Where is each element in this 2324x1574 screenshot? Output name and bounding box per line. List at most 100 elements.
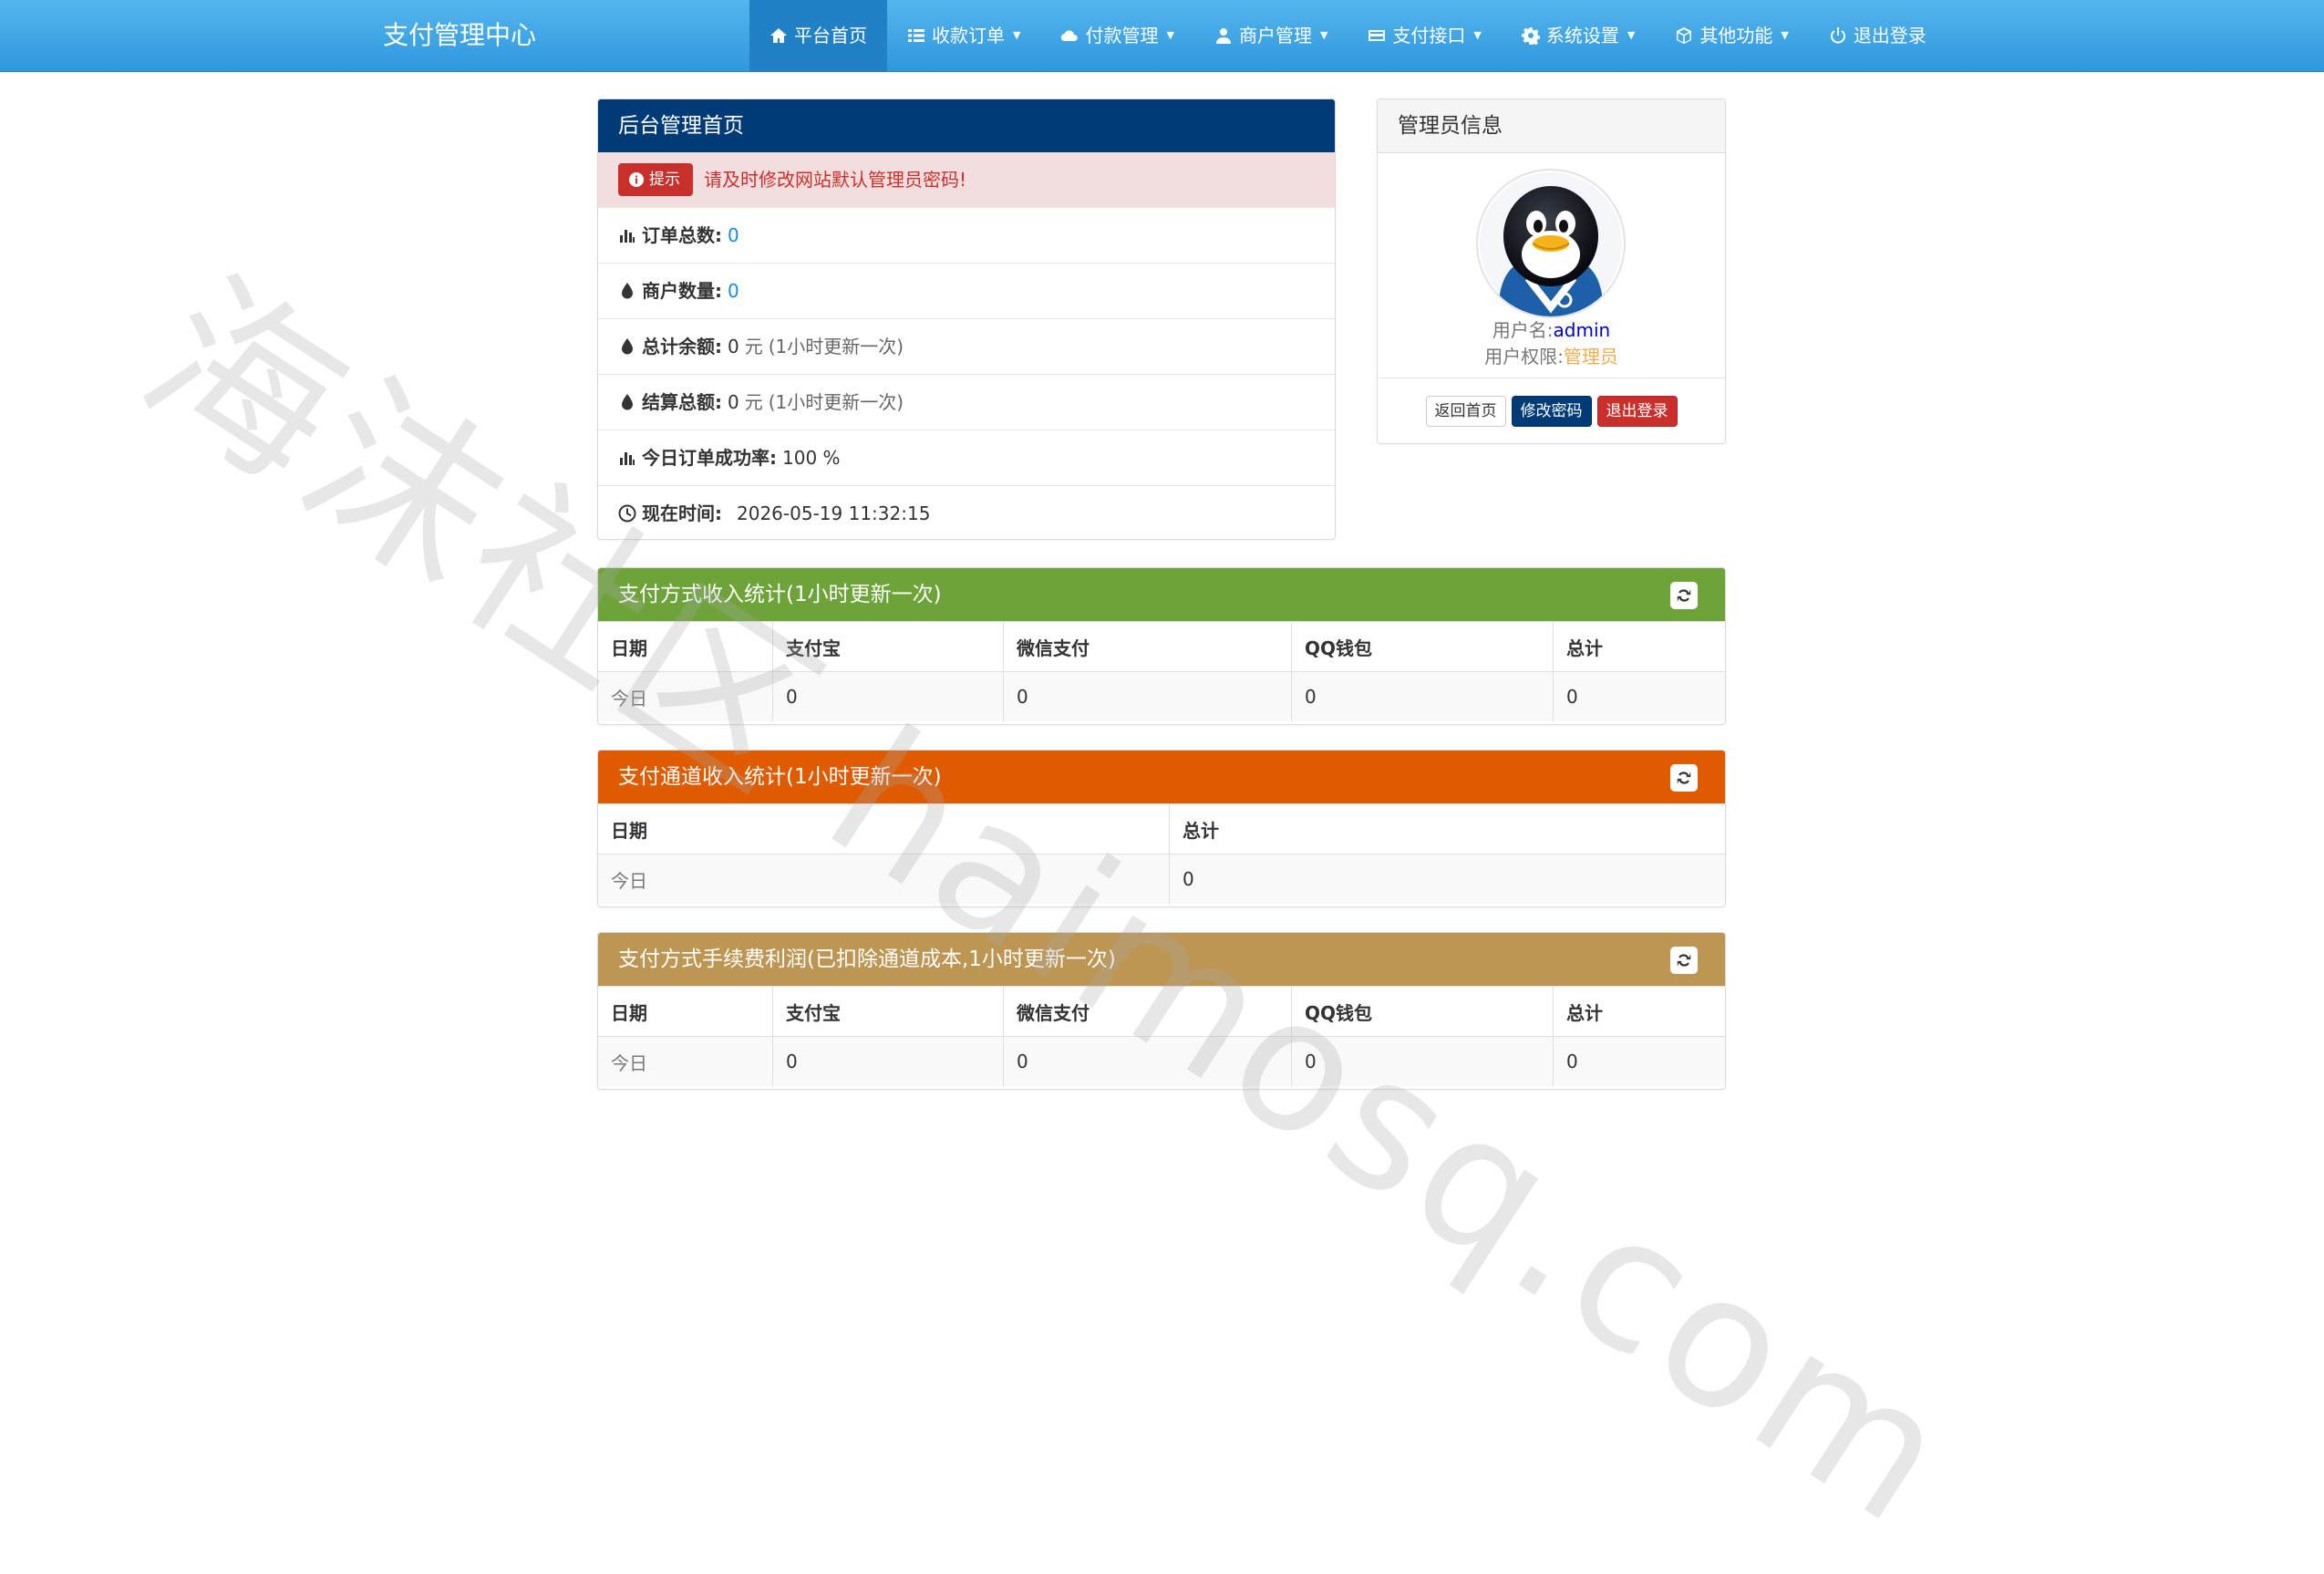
channel-stats-title: 支付通道收入统计(1小时更新一次) — [598, 751, 1725, 803]
nav-settings[interactable]: 系统设置 ▼ — [1502, 0, 1655, 71]
bar-chart-icon — [620, 230, 635, 243]
main-nav: 平台首页 收款订单 ▼ 付款管理 ▼ 商户管理 ▼ 支付接口 ▼ 系统设置 ▼ 其他功能 ▼ — [749, 0, 1947, 71]
home-panel: 后台管理首页 提示 请及时修改网站默认管理员密码! 订单总数: 0 商户数量: … — [597, 98, 1336, 540]
caret-down-icon: ▼ — [1473, 29, 1482, 41]
admin-panel-title: 管理员信息 — [1378, 99, 1725, 153]
clock-icon — [618, 504, 636, 523]
table-cell: 0 — [1553, 1036, 1725, 1086]
nav-other[interactable]: 其他功能 ▼ — [1655, 0, 1808, 71]
refresh-button[interactable] — [1670, 764, 1698, 792]
merchant-count-row: 商户数量: 0 — [598, 263, 1335, 318]
refresh-button[interactable] — [1670, 947, 1698, 974]
caret-down-icon: ▼ — [1013, 29, 1021, 41]
gear-icon — [1521, 27, 1540, 45]
refresh-icon — [1677, 771, 1691, 784]
table-header: 支付宝 — [772, 986, 1004, 1037]
table-header: 总计 — [1553, 986, 1725, 1037]
channel-stats-table: 日期 总计 今日 0 — [598, 803, 1725, 904]
refresh-button[interactable] — [1670, 582, 1698, 609]
home-icon — [770, 28, 787, 43]
alert-text: 请及时修改网站默认管理员密码! — [704, 169, 967, 191]
nav-payout[interactable]: 付款管理 ▼ — [1040, 0, 1193, 71]
table-cell: 0 — [1003, 1036, 1292, 1086]
channel-stats-panel: 支付通道收入统计(1小时更新一次) 日期 总计 今日 0 — [597, 750, 1726, 907]
refresh-icon — [1677, 589, 1691, 602]
table-header: QQ钱包 — [1291, 986, 1554, 1037]
table-row: 今日 0 0 0 0 — [598, 1036, 1725, 1086]
table-cell: 0 — [1553, 671, 1725, 721]
password-alert: 提示 请及时修改网站默认管理员密码! — [598, 152, 1335, 207]
settlement-total-value: 0 — [728, 391, 739, 413]
nav-orders[interactable]: 收款订单 ▼ — [887, 0, 1040, 71]
droplet-icon — [622, 283, 633, 299]
nav-merchants[interactable]: 商户管理 ▼ — [1194, 0, 1348, 71]
table-header: 日期 — [598, 986, 773, 1037]
power-icon — [1830, 27, 1845, 44]
success-rate-value: 100 % — [782, 447, 841, 469]
table-header-row: 日期 支付宝 微信支付 QQ钱包 总计 — [598, 621, 1725, 672]
table-cell: 0 — [1291, 1036, 1554, 1086]
pay-method-stats-table: 日期 支付宝 微信支付 QQ钱包 总计 今日 0 0 0 0 — [598, 621, 1725, 721]
droplet-icon — [622, 338, 633, 355]
table-cell: 0 — [772, 671, 1004, 721]
table-cell: 今日 — [598, 1036, 773, 1086]
refresh-icon — [1677, 954, 1691, 967]
success-rate-row: 今日订单成功率: 100 % — [598, 430, 1335, 485]
username-line: 用户名:admin — [1492, 319, 1611, 341]
brand-title[interactable]: 支付管理中心 — [383, 0, 536, 71]
table-cell: 0 — [1003, 671, 1292, 721]
role-line: 用户权限:管理员 — [1484, 346, 1618, 368]
avatar — [1476, 169, 1626, 318]
table-header: 日期 — [598, 803, 1170, 854]
merchant-count-value[interactable]: 0 — [728, 264, 739, 318]
admin-actions: 返回首页 修改密码 退出登录 — [1378, 378, 1725, 443]
cube-icon — [1677, 27, 1692, 44]
table-header-row: 日期 支付宝 微信支付 QQ钱包 总计 — [598, 986, 1725, 1037]
total-balance-value: 0 — [728, 336, 739, 357]
caret-down-icon: ▼ — [1319, 29, 1328, 41]
droplet-icon — [622, 394, 633, 410]
fee-profit-stats-title: 支付方式手续费利润(已扣除通道成本,1小时更新一次) — [598, 933, 1725, 986]
top-navbar: 支付管理中心 平台首页 收款订单 ▼ 付款管理 ▼ 商户管理 ▼ 支付接口 ▼ 系统设置… — [0, 0, 2324, 72]
table-header: 日期 — [598, 621, 773, 672]
table-cell: 0 — [772, 1036, 1004, 1086]
tip-badge: 提示 — [618, 163, 693, 196]
orders-total-value[interactable]: 0 — [728, 208, 739, 263]
penguin-avatar-icon — [1480, 172, 1622, 316]
fee-profit-stats-table: 日期 支付宝 微信支付 QQ钱包 总计 今日 0 0 0 0 — [598, 986, 1725, 1086]
change-password-button[interactable]: 修改密码 — [1511, 396, 1592, 427]
table-cell: 今日 — [598, 854, 1170, 904]
table-header: 总计 — [1169, 803, 1725, 854]
pay-method-stats-title: 支付方式收入统计(1小时更新一次) — [598, 568, 1725, 621]
list-icon — [908, 29, 924, 42]
total-balance-row: 总计余额: 0 元 (1小时更新一次) — [598, 318, 1335, 374]
table-header: 总计 — [1553, 621, 1725, 672]
table-row: 今日 0 0 0 0 — [598, 671, 1725, 721]
table-cell: 0 — [1169, 854, 1725, 904]
logout-button[interactable]: 退出登录 — [1596, 396, 1678, 427]
admin-info-panel: 管理员信息 用户名:admin 用户权限:管理员 返回首页 修改密码 退出登录 — [1377, 98, 1726, 444]
credit-card-icon — [1369, 30, 1386, 41]
caret-down-icon: ▼ — [1627, 29, 1636, 41]
fee-profit-stats-panel: 支付方式手续费利润(已扣除通道成本,1小时更新一次) 日期 支付宝 微信支付 Q… — [597, 932, 1726, 1090]
table-header: 支付宝 — [772, 621, 1004, 672]
table-header: 微信支付 — [1003, 621, 1292, 672]
table-row: 今日 0 — [598, 854, 1725, 904]
settlement-total-row: 结算总额: 0 元 (1小时更新一次) — [598, 374, 1335, 430]
table-cell: 今日 — [598, 671, 773, 721]
nav-pay-interface[interactable]: 支付接口 ▼ — [1348, 0, 1501, 71]
caret-down-icon: ▼ — [1781, 29, 1789, 41]
orders-total-row: 订单总数: 0 — [598, 207, 1335, 263]
table-header: 微信支付 — [1003, 986, 1292, 1037]
role-value: 管理员 — [1563, 346, 1618, 368]
cloud-icon — [1061, 30, 1079, 42]
current-time-row: 现在时间: 2026-05-19 11:32:15 — [598, 485, 1335, 539]
table-header: QQ钱包 — [1291, 621, 1554, 672]
nav-home[interactable]: 平台首页 — [749, 0, 887, 71]
table-cell: 0 — [1291, 671, 1554, 721]
nav-logout[interactable]: 退出登录 — [1809, 0, 1947, 71]
pay-method-stats-panel: 支付方式收入统计(1小时更新一次) 日期 支付宝 微信支付 QQ钱包 总计 今日… — [597, 567, 1726, 725]
user-icon — [1215, 28, 1231, 44]
back-home-button[interactable]: 返回首页 — [1425, 396, 1506, 427]
username-value: admin — [1553, 319, 1611, 341]
